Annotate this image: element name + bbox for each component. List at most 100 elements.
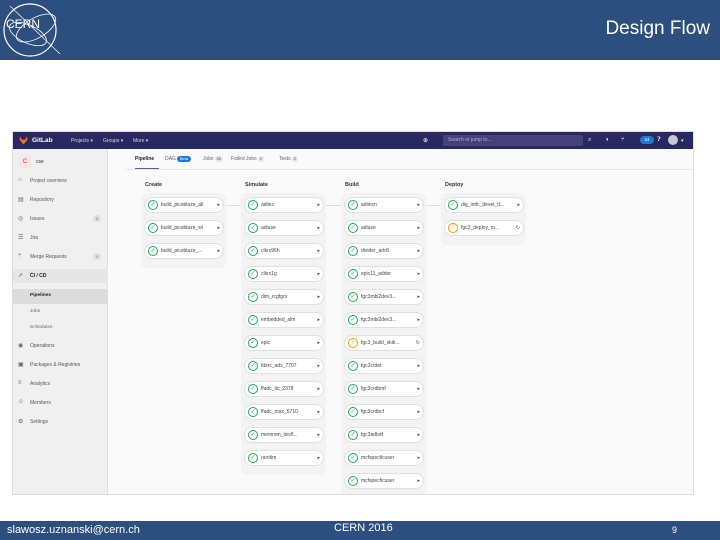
todo-badge[interactable]: 24: [640, 136, 654, 144]
gitlab-screenshot: GitLab Projects ▾ Groups ▾ More ▾ ⊕ Sear…: [12, 131, 694, 495]
play-icon[interactable]: ▸: [417, 202, 420, 208]
pipeline-job[interactable]: ✓ clkrx1g ▸: [244, 266, 324, 282]
job-name: embedded_alm: [261, 317, 296, 323]
sidebar-item-issues[interactable]: ◎ Issues 2: [13, 212, 108, 226]
play-icon[interactable]: ▸: [517, 202, 520, 208]
play-icon[interactable]: ▸: [317, 317, 320, 323]
pipeline-job[interactable]: ! fgc3_deploy_m... ↻: [444, 220, 524, 236]
play-icon[interactable]: ▸: [217, 202, 220, 208]
pipeline-job[interactable]: ! fgc3_build_skib... ↻: [344, 335, 424, 351]
sidebar-project[interactable]: C cse: [17, 155, 105, 169]
pipeline-job[interactable]: ✓ mcfspecficuser ▸: [344, 473, 424, 489]
sidebar-item-settings[interactable]: ⚙ Settings: [13, 415, 108, 429]
sidebar-subitem-jobs[interactable]: Jobs: [13, 305, 108, 320]
play-icon[interactable]: ▸: [317, 409, 320, 415]
pipeline-job[interactable]: ✓ adiincn ▸: [344, 197, 424, 213]
pipeline-job[interactable]: ✓ dim_rcgfgrs ▸: [244, 289, 324, 305]
pipeline-job[interactable]: ✓ randim ▸: [244, 450, 324, 466]
pipeline-job[interactable]: ✓ dig_intfc_devel_d... ▸: [444, 197, 524, 213]
pipeline-job[interactable]: ✓ ffadc_ltc_2378 ▸: [244, 381, 324, 397]
play-icon[interactable]: ▸: [317, 432, 320, 438]
play-icon[interactable]: ▸: [417, 225, 420, 231]
play-icon[interactable]: ▸: [317, 294, 320, 300]
help-icon[interactable]: ❓︎: [657, 137, 661, 144]
pipeline-job[interactable]: ✓ divider_artr8 ▸: [344, 243, 424, 259]
tab-dag[interactable]: DAG Beta: [165, 156, 192, 162]
sidebar-item-repository[interactable]: ▤ Repository: [13, 193, 108, 207]
pipeline-job[interactable]: ✓ ffadc_max_5710 ▸: [244, 404, 324, 420]
play-icon[interactable]: ▸: [317, 340, 320, 346]
board-icon: ☰: [18, 235, 24, 241]
sidebar-item-ci-cd[interactable]: ➚ CI / CD: [13, 269, 108, 283]
pipeline-job[interactable]: ✓ mcfspecficuser ▸: [344, 450, 424, 466]
play-icon[interactable]: ▸: [417, 455, 420, 461]
pipeline-job[interactable]: ✓ fgc3mbl2dev3... ▸: [344, 312, 424, 328]
play-icon[interactable]: ▸: [417, 271, 420, 277]
search-input[interactable]: Search or jump to...: [443, 135, 583, 146]
job-name: fgc3crdbmf: [361, 386, 386, 392]
nav-groups[interactable]: Groups ▾: [103, 138, 123, 144]
pipeline-job[interactable]: ✓ epic ▸: [244, 335, 324, 351]
rocket-icon: ➚: [18, 273, 24, 279]
play-icon[interactable]: ▸: [417, 248, 420, 254]
pipeline-job[interactable]: ✓ fgc3mbl2dev3... ▸: [344, 289, 424, 305]
sidebar-item-merge-requests[interactable]: ⑂ Merge Requests 1: [13, 250, 108, 264]
tab-failed-jobs[interactable]: Failed Jobs 2: [231, 156, 264, 162]
new-item-icon[interactable]: ⊕: [423, 137, 428, 144]
pipeline-job[interactable]: ✓ adiinc ▸: [244, 197, 324, 213]
play-icon[interactable]: ▸: [317, 455, 320, 461]
nav-more[interactable]: More ▾: [133, 138, 148, 144]
tab-jobs[interactable]: Jobs 59: [203, 156, 224, 162]
play-icon[interactable]: ▸: [317, 386, 320, 392]
pipeline-job[interactable]: ✓ fgc3adbdf ▸: [344, 427, 424, 443]
pipeline-job[interactable]: ✓ embedded_alm ▸: [244, 312, 324, 328]
pipeline-job[interactable]: ✓ build_picoblaze_all ▸: [144, 197, 224, 213]
pipeline-job[interactable]: ✓ fgc3crdbmf ▸: [344, 381, 424, 397]
job-name: randim: [261, 455, 277, 461]
sidebar-item-jira[interactable]: ☰ Jira: [13, 231, 108, 245]
job-name: mcfspecficuser: [361, 478, 395, 484]
play-icon[interactable]: ▸: [317, 363, 320, 369]
retry-icon[interactable]: ↻: [516, 225, 520, 231]
sidebar-item-packages-registries[interactable]: ▣ Packages & Registries: [13, 358, 108, 372]
play-icon[interactable]: ▸: [317, 271, 320, 277]
play-icon[interactable]: ▸: [417, 363, 420, 369]
play-icon[interactable]: ▸: [417, 317, 420, 323]
pipeline-job[interactable]: ✓ fgc3crdet ▸: [344, 358, 424, 374]
retry-icon[interactable]: ↻: [416, 340, 420, 346]
pipeline-job[interactable]: ✓ fdsrc_ads_7707 ▸: [244, 358, 324, 374]
pipeline-job[interactable]: ✓ adiuse ▸: [344, 220, 424, 236]
play-icon[interactable]: ▸: [317, 202, 320, 208]
play-icon[interactable]: ▸: [417, 409, 420, 415]
play-icon[interactable]: ▸: [417, 432, 420, 438]
tab-tests[interactable]: Tests 2: [279, 156, 298, 162]
job-name: adiuse: [261, 225, 276, 231]
sidebar-item-members[interactable]: ☺ Members: [13, 396, 108, 410]
chevron-down-icon[interactable]: ▾: [681, 138, 684, 144]
merge-request-nav-icon[interactable]: ⑂: [621, 137, 625, 143]
pipeline-job[interactable]: ✓ adiuse ▸: [244, 220, 324, 236]
sidebar-item-project-overview[interactable]: ⌂ Project overview: [13, 174, 108, 188]
play-icon[interactable]: ▸: [417, 386, 420, 392]
sidebar-item-operations[interactable]: ◉ Operations: [13, 339, 108, 353]
sidebar-subitem-pipelines[interactable]: Pipelines: [13, 289, 108, 304]
pipeline-job[interactable]: ✓ fgc3crdbcf ▸: [344, 404, 424, 420]
nav-projects[interactable]: Projects ▾: [71, 138, 93, 144]
play-icon[interactable]: ▸: [417, 294, 420, 300]
pipeline-job[interactable]: ✓ clkrx96h ▸: [244, 243, 324, 259]
user-avatar[interactable]: [668, 135, 678, 145]
play-icon[interactable]: ▸: [317, 225, 320, 231]
pipeline-job[interactable]: ✓ memrom_tsicfl... ▸: [244, 427, 324, 443]
issues-nav-icon[interactable]: ◑: [605, 137, 609, 143]
play-icon[interactable]: ▸: [417, 478, 420, 484]
sidebar-item-analytics[interactable]: ≡ Analytics: [13, 377, 108, 391]
pipeline-job[interactable]: ✓ build_picoblaze_wl ▸: [144, 220, 224, 236]
play-icon[interactable]: ▸: [217, 248, 220, 254]
job-name: adiincn: [361, 202, 377, 208]
tab-pipeline[interactable]: Pipeline: [135, 156, 154, 162]
pipeline-job[interactable]: ✓ build_picoblaze_... ▸: [144, 243, 224, 259]
play-icon[interactable]: ▸: [317, 248, 320, 254]
play-icon[interactable]: ▸: [217, 225, 220, 231]
sidebar-subitem-schedules[interactable]: Schedules: [13, 321, 108, 336]
pipeline-job[interactable]: ✓ epic11_adder ▸: [344, 266, 424, 282]
